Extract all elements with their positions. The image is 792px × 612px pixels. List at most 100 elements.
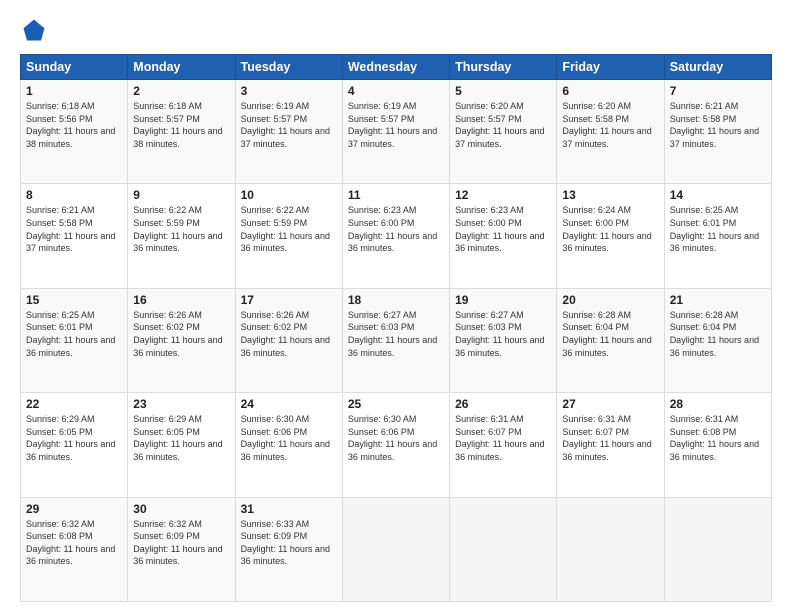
page: SundayMondayTuesdayWednesdayThursdayFrid…: [0, 0, 792, 612]
day-number: 25: [348, 397, 444, 411]
day-number: 10: [241, 188, 337, 202]
day-info: Sunrise: 6:18 AMSunset: 5:56 PMDaylight:…: [26, 100, 122, 150]
day-info: Sunrise: 6:24 AMSunset: 6:00 PMDaylight:…: [562, 204, 658, 254]
day-info: Sunrise: 6:30 AMSunset: 6:06 PMDaylight:…: [241, 413, 337, 463]
calendar-week-5: 29Sunrise: 6:32 AMSunset: 6:08 PMDayligh…: [21, 497, 772, 601]
table-row: 13 Sunrise: 6:24 AMSunset: 6:00 PMDayligh…: [557, 184, 664, 288]
table-row: 10 Sunrise: 6:22 AMSunset: 5:59 PMDayligh…: [235, 184, 342, 288]
calendar-week-4: 22 Sunrise: 6:29 AMSunset: 6:05 PMDayligh…: [21, 393, 772, 497]
day-info: Sunrise: 6:26 AMSunset: 6:02 PMDaylight:…: [241, 309, 337, 359]
day-number: 26: [455, 397, 551, 411]
table-row: 11 Sunrise: 6:23 AMSunset: 6:00 PMDayligh…: [342, 184, 449, 288]
table-row: 15 Sunrise: 6:25 AMSunset: 6:01 PMDayligh…: [21, 288, 128, 392]
day-info: Sunrise: 6:31 AMSunset: 6:08 PMDaylight:…: [670, 413, 766, 463]
day-info: Sunrise: 6:18 AMSunset: 5:57 PMDaylight:…: [133, 100, 229, 150]
day-info: Sunrise: 6:25 AMSunset: 6:01 PMDaylight:…: [26, 309, 122, 359]
day-info: Sunrise: 6:19 AMSunset: 5:57 PMDaylight:…: [241, 100, 337, 150]
logo: [20, 16, 52, 44]
day-number: 1: [26, 84, 122, 98]
day-number: 30: [133, 502, 229, 516]
day-number: 12: [455, 188, 551, 202]
day-number: 20: [562, 293, 658, 307]
day-number: 21: [670, 293, 766, 307]
day-number: 2: [133, 84, 229, 98]
day-info: Sunrise: 6:22 AMSunset: 5:59 PMDaylight:…: [241, 204, 337, 254]
day-info: Sunrise: 6:20 AMSunset: 5:58 PMDaylight:…: [562, 100, 658, 150]
table-row: [450, 497, 557, 601]
table-row: 29Sunrise: 6:32 AMSunset: 6:08 PMDayligh…: [21, 497, 128, 601]
day-info: Sunrise: 6:29 AMSunset: 6:05 PMDaylight:…: [133, 413, 229, 463]
day-info: Sunrise: 6:26 AMSunset: 6:02 PMDaylight:…: [133, 309, 229, 359]
day-number: 19: [455, 293, 551, 307]
day-number: 9: [133, 188, 229, 202]
day-number: 24: [241, 397, 337, 411]
table-row: 6 Sunrise: 6:20 AMSunset: 5:58 PMDaylight…: [557, 80, 664, 184]
day-number: 15: [26, 293, 122, 307]
table-row: 18 Sunrise: 6:27 AMSunset: 6:03 PMDayligh…: [342, 288, 449, 392]
calendar-weekday-tuesday: Tuesday: [235, 55, 342, 80]
day-info: Sunrise: 6:32 AMSunset: 6:08 PMDaylight:…: [26, 518, 122, 568]
table-row: 27 Sunrise: 6:31 AMSunset: 6:07 PMDayligh…: [557, 393, 664, 497]
day-number: 28: [670, 397, 766, 411]
day-number: 31: [241, 502, 337, 516]
table-row: 1 Sunrise: 6:18 AMSunset: 5:56 PMDaylight…: [21, 80, 128, 184]
day-number: 22: [26, 397, 122, 411]
day-number: 27: [562, 397, 658, 411]
table-row: 2 Sunrise: 6:18 AMSunset: 5:57 PMDaylight…: [128, 80, 235, 184]
day-number: 8: [26, 188, 122, 202]
day-number: 23: [133, 397, 229, 411]
day-number: 11: [348, 188, 444, 202]
day-number: 5: [455, 84, 551, 98]
day-info: Sunrise: 6:27 AMSunset: 6:03 PMDaylight:…: [455, 309, 551, 359]
calendar-weekday-thursday: Thursday: [450, 55, 557, 80]
day-number: 14: [670, 188, 766, 202]
day-info: Sunrise: 6:28 AMSunset: 6:04 PMDaylight:…: [670, 309, 766, 359]
table-row: 17 Sunrise: 6:26 AMSunset: 6:02 PMDayligh…: [235, 288, 342, 392]
day-number: 16: [133, 293, 229, 307]
calendar-header-row: SundayMondayTuesdayWednesdayThursdayFrid…: [21, 55, 772, 80]
table-row: 25 Sunrise: 6:30 AMSunset: 6:06 PMDayligh…: [342, 393, 449, 497]
day-info: Sunrise: 6:29 AMSunset: 6:05 PMDaylight:…: [26, 413, 122, 463]
day-info: Sunrise: 6:30 AMSunset: 6:06 PMDaylight:…: [348, 413, 444, 463]
table-row: 23 Sunrise: 6:29 AMSunset: 6:05 PMDayligh…: [128, 393, 235, 497]
calendar-week-1: 1 Sunrise: 6:18 AMSunset: 5:56 PMDaylight…: [21, 80, 772, 184]
table-row: 8 Sunrise: 6:21 AMSunset: 5:58 PMDaylight…: [21, 184, 128, 288]
day-info: Sunrise: 6:31 AMSunset: 6:07 PMDaylight:…: [562, 413, 658, 463]
calendar-week-2: 8 Sunrise: 6:21 AMSunset: 5:58 PMDaylight…: [21, 184, 772, 288]
day-info: Sunrise: 6:28 AMSunset: 6:04 PMDaylight:…: [562, 309, 658, 359]
table-row: [557, 497, 664, 601]
table-row: 9 Sunrise: 6:22 AMSunset: 5:59 PMDaylight…: [128, 184, 235, 288]
day-info: Sunrise: 6:23 AMSunset: 6:00 PMDaylight:…: [455, 204, 551, 254]
table-row: 12 Sunrise: 6:23 AMSunset: 6:00 PMDayligh…: [450, 184, 557, 288]
table-row: 20 Sunrise: 6:28 AMSunset: 6:04 PMDayligh…: [557, 288, 664, 392]
calendar-weekday-friday: Friday: [557, 55, 664, 80]
day-info: Sunrise: 6:23 AMSunset: 6:00 PMDaylight:…: [348, 204, 444, 254]
day-info: Sunrise: 6:27 AMSunset: 6:03 PMDaylight:…: [348, 309, 444, 359]
table-row: 5Sunrise: 6:20 AMSunset: 5:57 PMDaylight…: [450, 80, 557, 184]
day-number: 13: [562, 188, 658, 202]
table-row: 3Sunrise: 6:19 AMSunset: 5:57 PMDaylight…: [235, 80, 342, 184]
table-row: 28 Sunrise: 6:31 AMSunset: 6:08 PMDayligh…: [664, 393, 771, 497]
table-row: [664, 497, 771, 601]
table-row: 31Sunrise: 6:33 AMSunset: 6:09 PMDayligh…: [235, 497, 342, 601]
day-number: 17: [241, 293, 337, 307]
header: [20, 16, 772, 44]
day-info: Sunrise: 6:32 AMSunset: 6:09 PMDaylight:…: [133, 518, 229, 568]
day-info: Sunrise: 6:22 AMSunset: 5:59 PMDaylight:…: [133, 204, 229, 254]
calendar-weekday-saturday: Saturday: [664, 55, 771, 80]
table-row: 26 Sunrise: 6:31 AMSunset: 6:07 PMDayligh…: [450, 393, 557, 497]
day-info: Sunrise: 6:19 AMSunset: 5:57 PMDaylight:…: [348, 100, 444, 150]
table-row: 22 Sunrise: 6:29 AMSunset: 6:05 PMDayligh…: [21, 393, 128, 497]
table-row: 7Sunrise: 6:21 AMSunset: 5:58 PMDaylight…: [664, 80, 771, 184]
table-row: 24 Sunrise: 6:30 AMSunset: 6:06 PMDayligh…: [235, 393, 342, 497]
day-info: Sunrise: 6:21 AMSunset: 5:58 PMDaylight:…: [26, 204, 122, 254]
calendar-weekday-monday: Monday: [128, 55, 235, 80]
day-info: Sunrise: 6:21 AMSunset: 5:58 PMDaylight:…: [670, 100, 766, 150]
day-number: 4: [348, 84, 444, 98]
day-info: Sunrise: 6:31 AMSunset: 6:07 PMDaylight:…: [455, 413, 551, 463]
day-info: Sunrise: 6:25 AMSunset: 6:01 PMDaylight:…: [670, 204, 766, 254]
calendar-weekday-wednesday: Wednesday: [342, 55, 449, 80]
day-number: 18: [348, 293, 444, 307]
calendar-table: SundayMondayTuesdayWednesdayThursdayFrid…: [20, 54, 772, 602]
day-number: 6: [562, 84, 658, 98]
